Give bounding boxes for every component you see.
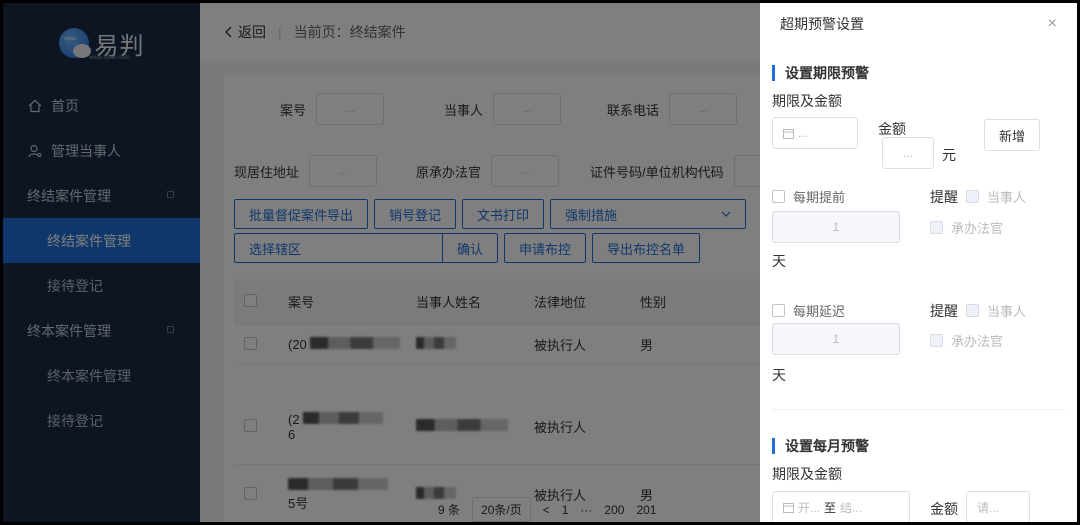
remind-label: 提醒: [930, 303, 958, 319]
checkbox[interactable]: [966, 304, 979, 317]
advance-days-input[interactable]: 1: [772, 211, 900, 243]
judge-label: 承办法官: [951, 221, 1004, 236]
checkbox[interactable]: [930, 221, 943, 234]
calendar-icon: [783, 502, 794, 513]
checkbox[interactable]: [772, 304, 785, 317]
day-unit: 天: [772, 367, 786, 383]
drawer-title: 超期预警设置: [780, 16, 864, 32]
date-picker[interactable]: ...: [772, 117, 858, 149]
date-range-picker[interactable]: 开... 至 结...: [772, 491, 910, 522]
delay-checkbox[interactable]: 每期延迟: [772, 301, 845, 320]
remind-judge-checkbox-2[interactable]: 承办法官: [930, 331, 1003, 350]
party-label: 当事人: [987, 190, 1027, 205]
remind-judge-checkbox[interactable]: 承办法官: [930, 218, 1003, 237]
drawer-header: 超期预警设置 ×: [760, 3, 1077, 45]
checkbox[interactable]: [772, 190, 785, 203]
monthly-amount-input[interactable]: 请...: [966, 491, 1030, 522]
limit-amount-label: 期限及金额: [772, 93, 842, 109]
add-button[interactable]: 新增: [984, 119, 1041, 151]
yuan-unit: 元: [942, 147, 956, 163]
remind-party-checkbox-2[interactable]: 当事人: [966, 301, 1026, 320]
end-placeholder: 结...: [840, 500, 863, 515]
amount-input[interactable]: ...: [882, 137, 934, 169]
modal-overlay[interactable]: [3, 3, 760, 522]
delay-days-input[interactable]: 1: [772, 323, 900, 355]
date-placeholder: ...: [798, 126, 809, 140]
amount-label: 金额: [930, 501, 958, 517]
judge-label: 承办法官: [951, 334, 1004, 349]
section-title-deadline: 设置期限预警: [772, 63, 869, 83]
party-label: 当事人: [987, 304, 1027, 319]
app-window: epan 易判 www.epan.com 首页 管理当事人 终结案件管理 终结案…: [3, 3, 1077, 522]
calendar-icon: [783, 128, 794, 139]
checkbox[interactable]: [930, 334, 943, 347]
range-separator: 至: [824, 500, 837, 515]
delay-label: 每期延迟: [793, 304, 846, 319]
checkbox[interactable]: [966, 190, 979, 203]
section-title-monthly: 设置每月预警: [772, 436, 869, 456]
limit-amount-label: 期限及金额: [772, 466, 842, 482]
remind-label: 提醒: [930, 189, 958, 205]
section-divider: [772, 409, 1065, 410]
start-placeholder: 开...: [798, 500, 821, 515]
overdue-alert-drawer: 超期预警设置 × 设置期限预警 期限及金额 ... 金额 ... 元 新增 每期…: [760, 3, 1077, 522]
advance-label: 每期提前: [793, 190, 846, 205]
close-icon[interactable]: ×: [1048, 15, 1057, 33]
advance-checkbox[interactable]: 每期提前: [772, 187, 845, 206]
remind-party-checkbox[interactable]: 当事人: [966, 187, 1026, 206]
amount-label: 金额: [878, 121, 906, 137]
day-unit: 天: [772, 253, 786, 269]
